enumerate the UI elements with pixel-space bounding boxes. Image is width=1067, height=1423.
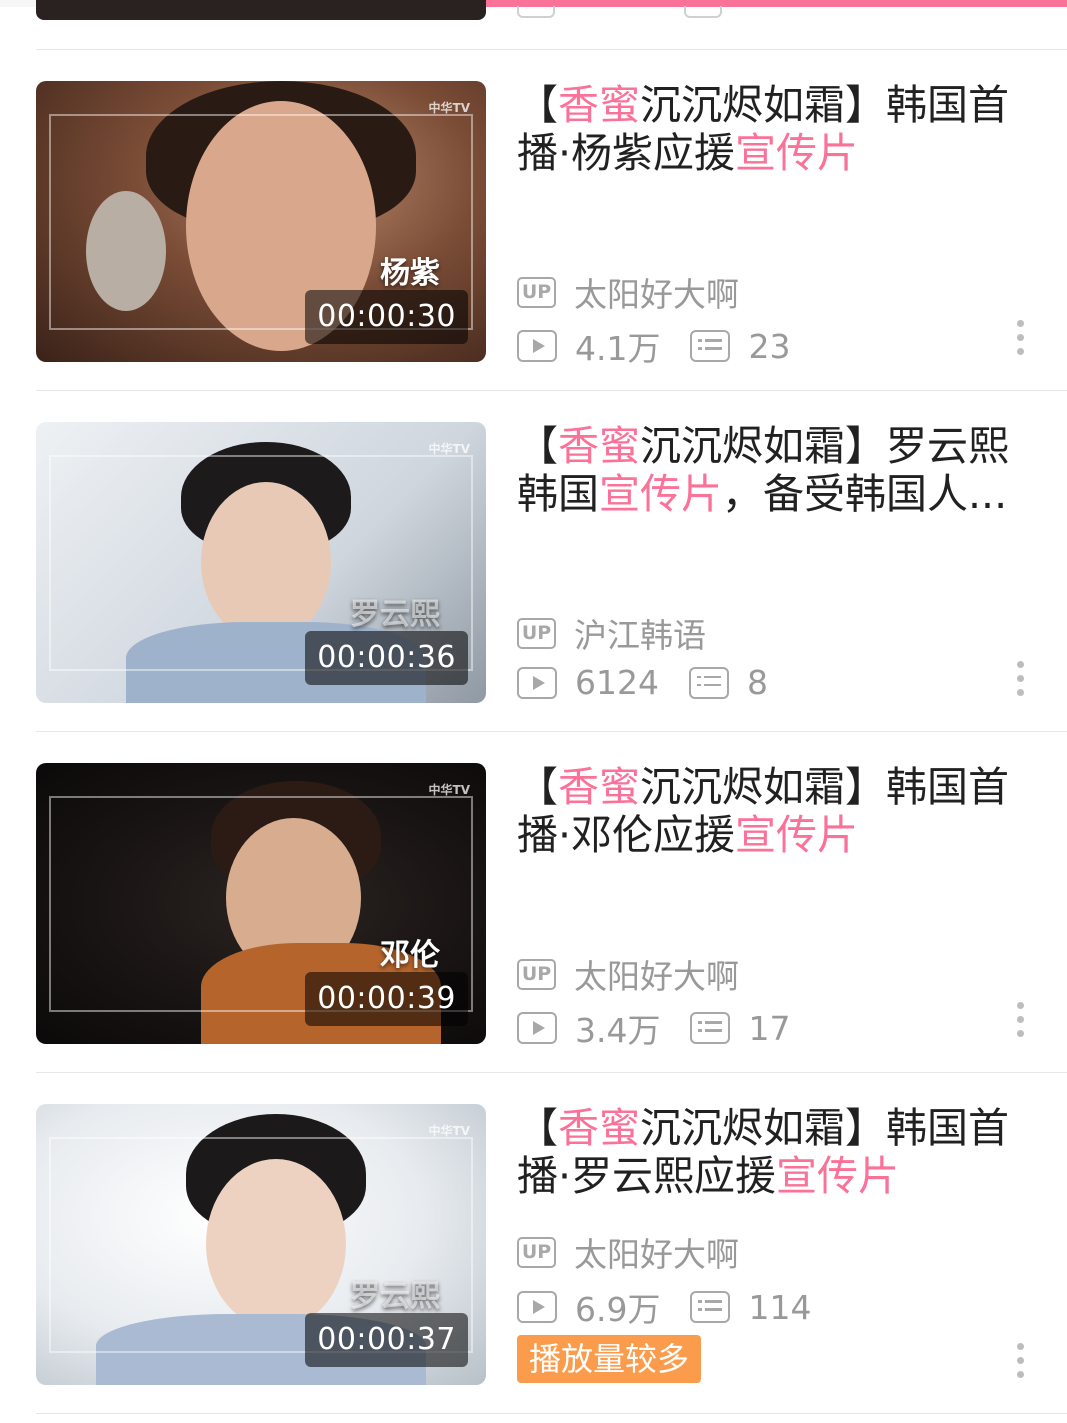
popular-badge: 播放量较多: [517, 1335, 702, 1383]
uploader-row[interactable]: UP 太阳好大啊: [517, 950, 739, 998]
title-text: 【: [517, 422, 558, 470]
video-title[interactable]: 【香蜜沉沉烬如霜】韩国首播·罗云熙应援宣传片: [517, 1104, 1037, 1200]
view-count: 3.4万: [575, 1011, 661, 1050]
danmaku-count: 8: [746, 663, 768, 702]
up-icon: UP: [517, 958, 556, 990]
duration-badge: 00:00:36: [305, 631, 468, 685]
uploader-name[interactable]: 太阳好大啊: [574, 1228, 739, 1276]
duration-badge: 00:00:30: [305, 290, 468, 344]
video-list: 中华TV 杨紫 00:00:30 【香蜜沉沉烬如霜】韩国首播·杨紫应援宣传片 U…: [0, 50, 1067, 1414]
uploader-name[interactable]: 太阳好大啊: [574, 950, 739, 998]
title-text: 沉沉烬如霜: [640, 763, 845, 811]
play-count-icon: [517, 666, 557, 699]
title-highlight: 香蜜: [558, 1104, 640, 1152]
title-highlight: 香蜜: [558, 81, 640, 129]
title-highlight: 宣传片: [735, 129, 859, 177]
video-thumbnail[interactable]: 中华TV 罗云熙 00:00:37: [36, 1104, 486, 1385]
more-vertical-icon[interactable]: [1014, 1343, 1028, 1379]
thumbnail-name-overlay: 罗云熙: [350, 1279, 440, 1314]
uploader-row[interactable]: UP 沪江韩语: [517, 609, 706, 657]
video-thumbnail[interactable]: 中华TV 杨紫 00:00:30: [36, 81, 486, 362]
title-highlight: 香蜜: [558, 763, 640, 811]
danmaku-icon: [684, 6, 722, 18]
video-item[interactable]: 中华TV 罗云熙 00:00:36 【香蜜沉沉烬如霜】罗云熙韩国宣传片，备受韩国…: [0, 391, 1067, 732]
previous-video-item-partial[interactable]: [0, 0, 1067, 50]
video-thumbnail-partial[interactable]: [36, 0, 486, 20]
thumbnail-name-overlay: 罗云熙: [350, 597, 440, 632]
title-text: 沉沉烬如霜: [640, 81, 845, 129]
view-count: 4.1万: [575, 329, 661, 368]
video-title[interactable]: 【香蜜沉沉烬如霜】罗云熙韩国宣传片，备受韩国人...: [517, 422, 1037, 518]
view-count: 6.9万: [575, 1290, 661, 1329]
danmaku-count: 17: [748, 1008, 791, 1048]
danmaku-icon: [690, 1291, 731, 1323]
video-title[interactable]: 【香蜜沉沉烬如霜】韩国首播·杨紫应援宣传片: [517, 81, 1037, 177]
play-count-icon: [517, 1012, 557, 1044]
title-text: 【: [517, 81, 558, 129]
stats-row: 3.4万 17: [517, 1004, 790, 1052]
play-count-icon: [517, 6, 555, 18]
channel-watermark: 中华TV: [428, 783, 470, 797]
channel-watermark: 中华TV: [428, 442, 470, 456]
uploader-name[interactable]: 沪江韩语: [574, 609, 706, 657]
stats-row: 6.9万 114: [517, 1283, 811, 1331]
up-icon: UP: [517, 276, 556, 308]
video-title[interactable]: 【香蜜沉沉烬如霜】韩国首播·邓伦应援宣传片: [517, 763, 1037, 859]
title-highlight: 宣传片: [776, 1152, 900, 1200]
play-count-icon: [517, 1291, 557, 1323]
title-text: 沉沉烬如霜: [640, 1104, 845, 1152]
up-icon: UP: [517, 617, 556, 649]
more-vertical-icon[interactable]: [1014, 661, 1028, 697]
title-text: 【: [517, 1104, 558, 1152]
video-item[interactable]: 中华TV 邓伦 00:00:39 【香蜜沉沉烬如霜】韩国首播·邓伦应援宣传片 U…: [0, 732, 1067, 1073]
thumbnail-name-overlay: 杨紫: [380, 256, 440, 291]
duration-badge: 00:00:39: [305, 972, 468, 1026]
title-text: 沉沉烬如霜: [640, 422, 845, 470]
thumbnail-name-overlay: 邓伦: [380, 938, 440, 973]
title-text: 【: [517, 763, 558, 811]
uploader-name[interactable]: 太阳好大啊: [574, 268, 739, 316]
danmaku-count: 114: [748, 1287, 812, 1327]
video-item[interactable]: 中华TV 杨紫 00:00:30 【香蜜沉沉烬如霜】韩国首播·杨紫应援宣传片 U…: [0, 50, 1067, 391]
stats-row: 4.1万 23: [517, 322, 790, 370]
channel-watermark: 中华TV: [428, 101, 470, 115]
duration-badge: 00:00:37: [305, 1313, 468, 1367]
uploader-row[interactable]: UP 太阳好大啊: [517, 1228, 739, 1276]
more-vertical-icon[interactable]: [1014, 1002, 1028, 1038]
video-thumbnail[interactable]: 中华TV 罗云熙 00:00:36: [36, 422, 486, 703]
view-count: 6124: [575, 663, 659, 702]
more-vertical-icon[interactable]: [1014, 320, 1028, 356]
title-highlight: 香蜜: [558, 422, 640, 470]
title-highlight: 宣传片: [599, 470, 722, 518]
danmaku-icon: [690, 1012, 731, 1044]
danmaku-count: 23: [748, 326, 791, 366]
channel-watermark: 中华TV: [428, 1124, 470, 1138]
danmaku-icon: [688, 666, 729, 699]
video-item[interactable]: 中华TV 罗云熙 00:00:37 【香蜜沉沉烬如霜】韩国首播·罗云熙应援宣传片…: [0, 1073, 1067, 1414]
title-text: ，备受韩国人...: [722, 470, 1008, 518]
play-count-icon: [517, 330, 557, 362]
danmaku-icon: [690, 330, 731, 362]
up-icon: UP: [517, 1236, 556, 1268]
stats-row: 6124 8: [517, 663, 768, 702]
divider: [36, 1413, 1067, 1414]
video-thumbnail[interactable]: 中华TV 邓伦 00:00:39: [36, 763, 486, 1044]
title-highlight: 宣传片: [735, 811, 859, 859]
uploader-row[interactable]: UP 太阳好大啊: [517, 268, 739, 316]
